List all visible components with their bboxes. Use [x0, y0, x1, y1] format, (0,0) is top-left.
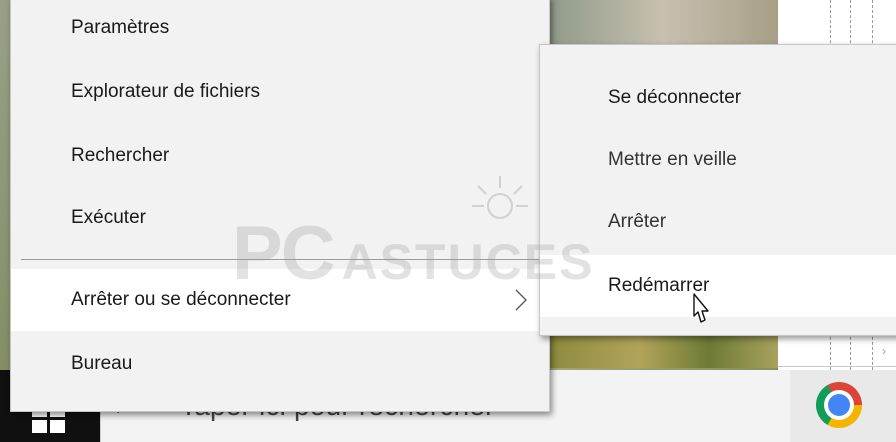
menu-item-arreter-deconnecter[interactable]: Arrêter ou se déconnecter	[11, 269, 549, 331]
chevron-right-icon	[515, 289, 527, 311]
menu-item-label: Exécuter	[71, 207, 146, 228]
chrome-icon[interactable]	[816, 382, 862, 428]
menu-item-rechercher[interactable]: Rechercher	[11, 125, 549, 187]
menu-item-bureau[interactable]: Bureau	[11, 333, 549, 395]
menu-item-label: Explorateur de fichiers	[71, 81, 261, 102]
submenu-item-se-deconnecter[interactable]: Se déconnecter	[540, 67, 896, 129]
submenu-item-arreter[interactable]: Arrêter	[540, 191, 896, 253]
menu-item-label: Paramètres	[71, 17, 170, 38]
mouse-pointer-icon	[693, 293, 709, 323]
background-window	[548, 0, 778, 46]
submenu-item-label: Arrêter	[608, 211, 667, 232]
power-user-context-menu: Paramètres Explorateur de fichiers Reche…	[10, 0, 550, 412]
submenu-item-redemarrer[interactable]: Redémarrer	[540, 255, 896, 317]
background-window	[548, 334, 778, 368]
menu-item-label: Rechercher	[71, 145, 170, 166]
menu-item-label: Arrêter ou se déconnecter	[71, 289, 291, 310]
submenu-item-mettre-en-veille[interactable]: Mettre en veille	[540, 129, 896, 191]
submenu-item-label: Mettre en veille	[608, 149, 737, 170]
menu-item-label: Bureau	[71, 353, 133, 374]
shutdown-submenu: Se déconnecter Mettre en veille Arrêter …	[539, 44, 896, 336]
submenu-item-label: Se déconnecter	[608, 87, 742, 108]
menu-item-explorateur[interactable]: Explorateur de fichiers	[11, 61, 549, 123]
menu-separator	[21, 259, 539, 260]
menu-item-parametres[interactable]: Paramètres	[11, 0, 549, 59]
menu-item-executer[interactable]: Exécuter	[11, 187, 549, 249]
